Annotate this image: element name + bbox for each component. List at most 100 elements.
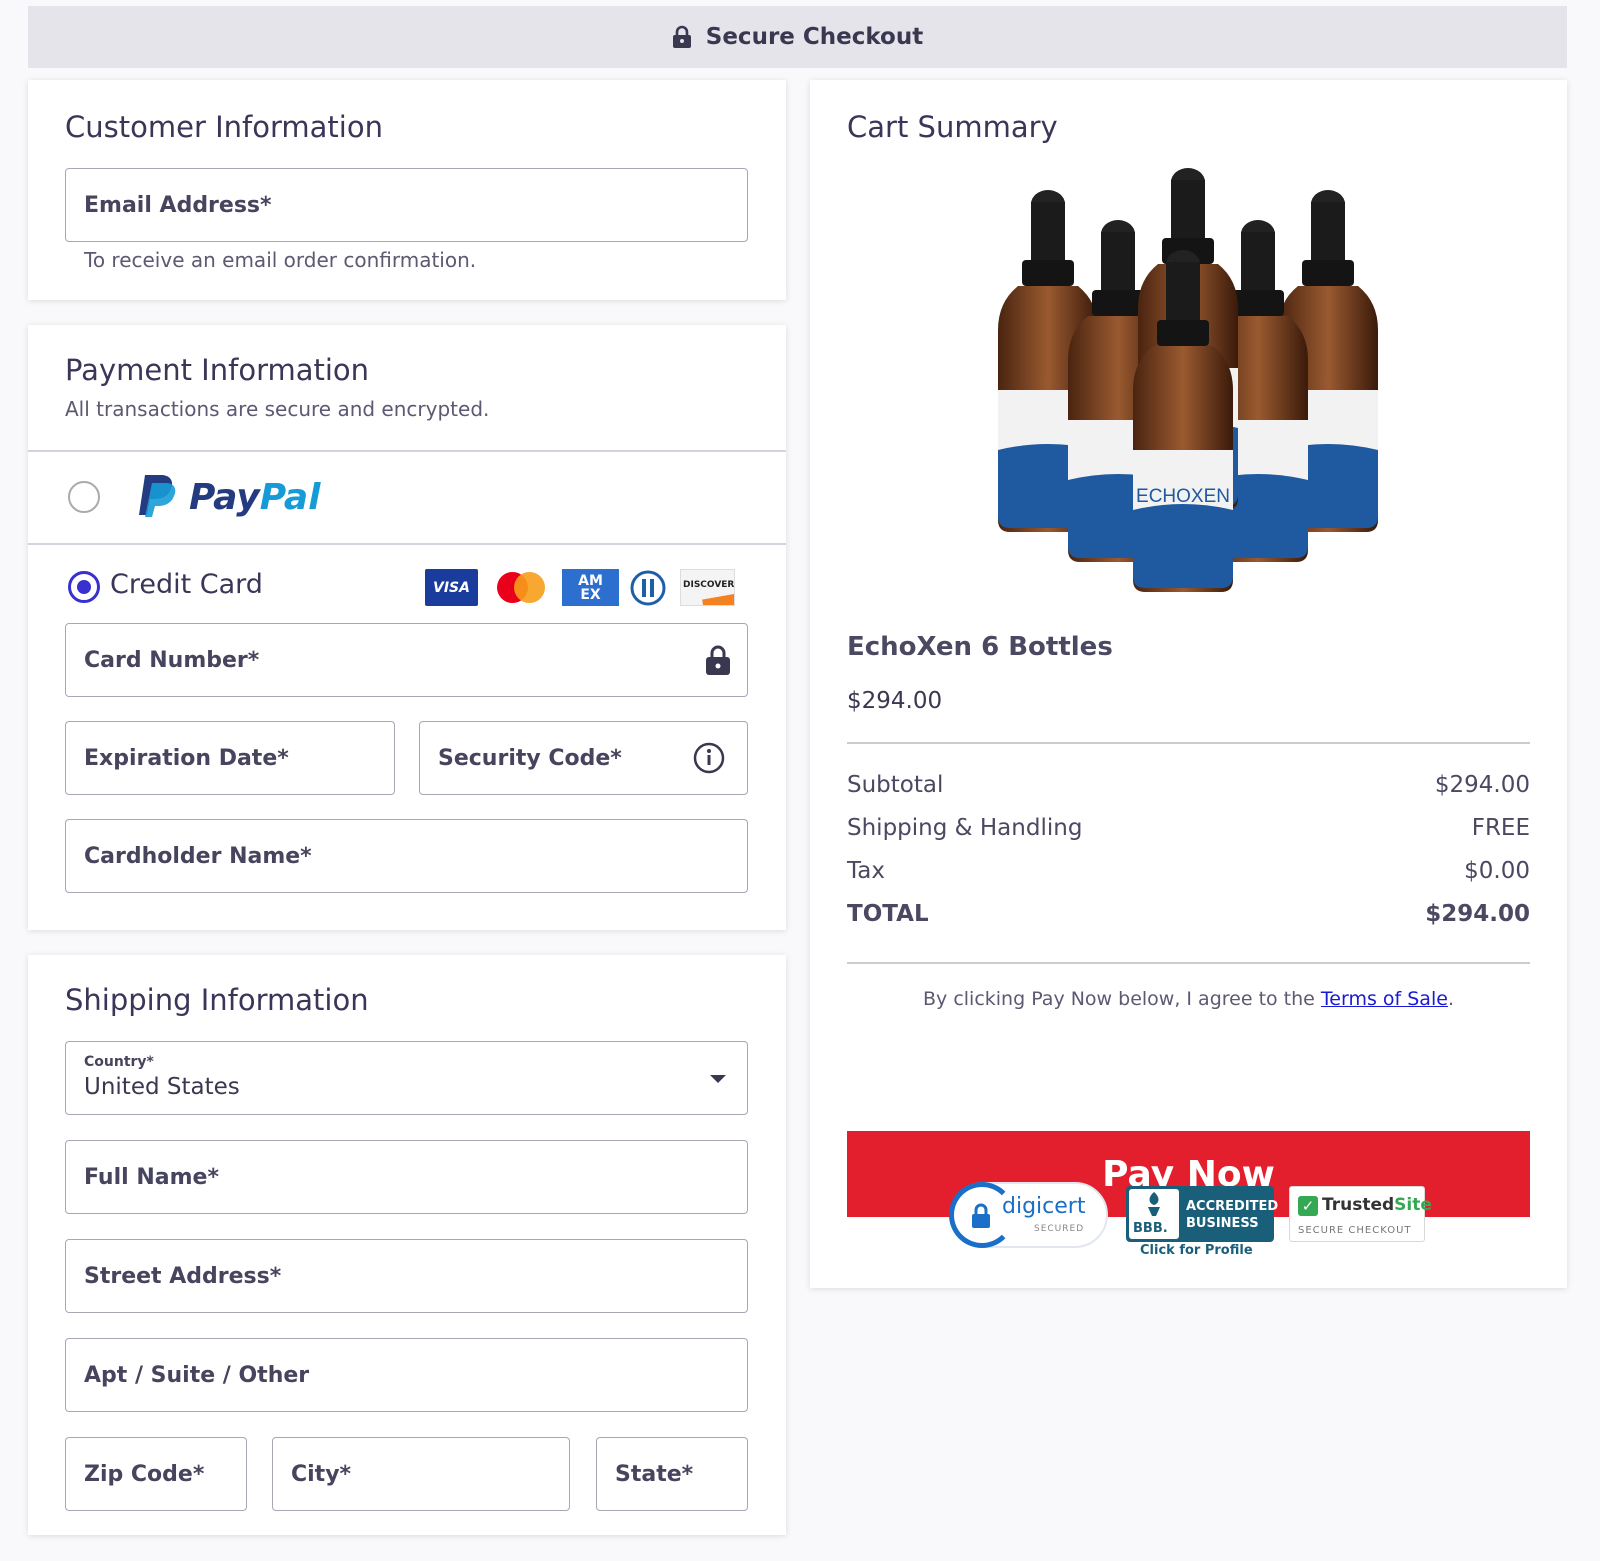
trusted-text: Trusted: [1322, 1195, 1395, 1215]
shipping-heading: Shipping Information: [65, 983, 369, 1017]
paypal-pal-text: Pal: [259, 477, 321, 518]
chevron-down-icon: [710, 1075, 726, 1083]
full-name-placeholder: Full Name*: [84, 1164, 219, 1190]
secure-checkout-bar: Secure Checkout: [28, 6, 1567, 68]
terms-prefix: By clicking Pay Now below, I agree to th…: [923, 988, 1321, 1010]
trustedsite-text: TrustedSite: [1322, 1195, 1432, 1215]
diners-logo: [628, 569, 668, 606]
zip-code-field[interactable]: Zip Code*: [65, 1437, 247, 1511]
cardholder-placeholder: Cardholder Name*: [84, 843, 312, 869]
bbb-badge[interactable]: BBB. ACCREDITED BUSINESS: [1126, 1186, 1278, 1242]
card-number-field[interactable]: Card Number*: [65, 623, 748, 697]
shipping-label: Shipping & Handling: [847, 815, 1083, 841]
check-icon: ✓: [1298, 1196, 1318, 1216]
expiration-placeholder: Expiration Date*: [84, 745, 289, 771]
discover-text: DISCOVER: [683, 580, 735, 590]
full-name-field[interactable]: Full Name*: [65, 1140, 748, 1214]
tax-row: Tax $0.00: [847, 858, 1530, 884]
shipping-value: FREE: [1471, 815, 1530, 841]
city-field[interactable]: City*: [272, 1437, 570, 1511]
tax-label: Tax: [847, 858, 885, 884]
bbb-logo-box: BBB.: [1129, 1189, 1179, 1239]
site-text: Site: [1394, 1195, 1432, 1215]
cart-summary-card: Cart Summary ECHOXEN EchoXen 6 Bottles $…: [810, 80, 1567, 1288]
cart-heading: Cart Summary: [847, 110, 1058, 144]
street-address-placeholder: Street Address*: [84, 1263, 282, 1289]
discover-orange-stripe: [702, 592, 734, 605]
street-address-field[interactable]: Street Address*: [65, 1239, 748, 1313]
security-code-placeholder: Security Code*: [438, 745, 622, 771]
payment-information-card: Payment Information All transactions are…: [28, 325, 786, 930]
divider: [28, 543, 786, 545]
digicert-text: digicert: [1002, 1194, 1086, 1219]
trustedsite-sub-text: SECURE CHECKOUT: [1298, 1225, 1412, 1236]
product-price: $294.00: [847, 688, 943, 714]
apt-suite-field[interactable]: Apt / Suite / Other: [65, 1338, 748, 1412]
security-code-field[interactable]: Security Code*: [419, 721, 748, 795]
terms-suffix: .: [1447, 988, 1454, 1010]
product-image: ECHOXEN: [998, 168, 1378, 592]
paypal-radio[interactable]: [68, 481, 100, 513]
expiration-date-field[interactable]: Expiration Date*: [65, 721, 395, 795]
mastercard-orange-circle: [514, 572, 545, 603]
bbb-accredited-text: ACCREDITED: [1186, 1199, 1279, 1214]
bbb-business-text: BUSINESS: [1186, 1216, 1259, 1231]
terms-agreement: By clicking Pay Now below, I agree to th…: [847, 988, 1530, 1010]
bottle-brand-text: ECHOXEN: [1136, 486, 1230, 507]
state-field[interactable]: State*: [596, 1437, 748, 1511]
credit-card-radio[interactable]: [68, 571, 100, 603]
lock-icon: [972, 1203, 990, 1228]
terms-of-sale-link[interactable]: Terms of Sale: [1321, 988, 1448, 1010]
state-placeholder: State*: [615, 1461, 694, 1487]
lock-icon: [706, 645, 730, 675]
tax-value: $0.00: [1464, 858, 1530, 884]
digicert-badge[interactable]: digicert SECURED: [949, 1182, 1108, 1248]
email-placeholder: Email Address*: [84, 192, 272, 218]
discover-logo: DISCOVER: [680, 569, 735, 606]
total-label: TOTAL: [847, 901, 929, 927]
amex-logo: AM EX: [562, 569, 619, 606]
customer-heading: Customer Information: [65, 110, 383, 144]
country-value: United States: [84, 1074, 240, 1100]
apt-suite-placeholder: Apt / Suite / Other: [84, 1362, 310, 1388]
divider: [847, 742, 1530, 744]
email-field[interactable]: Email Address*: [65, 168, 748, 242]
paypal-option[interactable]: PayPal: [65, 451, 765, 543]
paypal-logo-icon: [139, 475, 176, 517]
shipping-row: Shipping & Handling FREE: [847, 815, 1530, 841]
diners-icon: [630, 570, 666, 605]
bbb-text: BBB.: [1133, 1221, 1168, 1236]
trustedsite-badge[interactable]: ✓ TrustedSite SECURE CHECKOUT: [1289, 1186, 1432, 1242]
divider: [847, 962, 1530, 964]
subtotal-row: Subtotal $294.00: [847, 772, 1530, 798]
zip-code-placeholder: Zip Code*: [84, 1461, 205, 1487]
subtotal-value: $294.00: [1434, 772, 1530, 798]
visa-logo: VISA: [425, 569, 478, 606]
card-number-placeholder: Card Number*: [84, 647, 260, 673]
subtotal-label: Subtotal: [847, 772, 944, 798]
customer-information-card: Customer Information Email Address* To r…: [28, 80, 786, 300]
visa-text: VISA: [433, 579, 470, 596]
total-row: TOTAL $294.00: [847, 901, 1530, 927]
total-value: $294.00: [1425, 901, 1530, 927]
credit-card-label[interactable]: Credit Card: [110, 569, 263, 600]
amex-text: AM EX: [578, 572, 603, 603]
paypal-wordmark: PayPal: [189, 477, 320, 518]
shipping-information-card: Shipping Information Country* United Sta…: [28, 955, 786, 1535]
lock-icon: [672, 25, 691, 48]
bbb-torch-icon: [1148, 1192, 1160, 1216]
info-icon[interactable]: [693, 742, 725, 774]
page-title: Secure Checkout: [705, 24, 924, 50]
country-label: Country*: [84, 1054, 154, 1070]
country-select[interactable]: Country* United States: [65, 1041, 748, 1115]
mastercard-logo: [495, 569, 548, 606]
cardholder-name-field[interactable]: Cardholder Name*: [65, 819, 748, 893]
digicert-secured-text: SECURED: [1034, 1224, 1085, 1234]
city-placeholder: City*: [291, 1461, 352, 1487]
paypal-pay-text: Pay: [189, 477, 260, 518]
email-helper-text: To receive an email order confirmation.: [84, 248, 477, 272]
product-name: EchoXen 6 Bottles: [847, 632, 1113, 662]
payment-subheading: All transactions are secure and encrypte…: [65, 397, 490, 421]
bbb-click-for-profile[interactable]: Click for Profile: [1140, 1243, 1253, 1258]
payment-heading: Payment Information: [65, 353, 370, 387]
